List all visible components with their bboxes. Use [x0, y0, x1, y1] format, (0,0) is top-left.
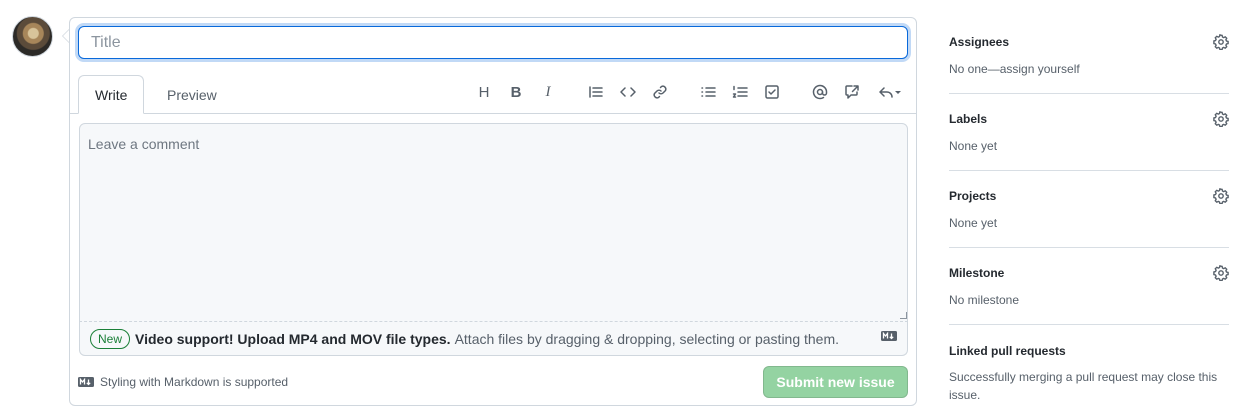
labels-title: Labels: [949, 112, 988, 126]
markdown-icon: [78, 377, 94, 387]
milestone-gear-icon[interactable]: [1213, 265, 1229, 282]
unordered-list-icon[interactable]: [697, 81, 719, 103]
new-issue-form: Write Preview H B I New Video support! U…: [69, 17, 917, 406]
tab-write[interactable]: Write: [78, 75, 145, 114]
linked-prs-description: Successfully merging a pull request may …: [949, 370, 1218, 402]
assign-yourself-link[interactable]: No one—assign yourself: [949, 60, 1219, 78]
milestone-title: Milestone: [949, 266, 1005, 280]
bold-icon[interactable]: B: [505, 81, 527, 103]
submit-issue-button[interactable]: Submit new issue: [763, 366, 908, 398]
linked-prs-title: Linked pull requests: [949, 344, 1066, 358]
labels-gear-icon[interactable]: [1213, 111, 1229, 128]
comment-textarea[interactable]: [79, 123, 908, 322]
italic-icon[interactable]: I: [537, 81, 559, 103]
task-list-icon[interactable]: [761, 81, 783, 103]
title-input[interactable]: [78, 26, 908, 59]
markdown-hint-text: Styling with Markdown is supported: [100, 375, 289, 389]
linked-prs-section: Linked pull requests Successfully mergin…: [949, 325, 1229, 413]
reference-icon[interactable]: [841, 81, 863, 103]
markdown-icon[interactable]: [881, 331, 897, 341]
ordered-list-icon[interactable]: [729, 81, 751, 103]
file-attach-bar[interactable]: New Video support! Upload MP4 and MOV fi…: [79, 322, 908, 356]
resize-handle[interactable]: [900, 312, 907, 319]
labels-value: None yet: [949, 139, 998, 153]
markdown-hint[interactable]: Styling with Markdown is supported: [78, 375, 288, 389]
projects-value: None yet: [949, 216, 998, 230]
heading-icon[interactable]: H: [473, 81, 495, 103]
upload-announcement: Video support! Upload MP4 and MOV file t…: [135, 330, 451, 347]
quote-icon[interactable]: [585, 81, 607, 103]
labels-section: Labels None yet: [949, 94, 1229, 171]
upload-instructions: Attach files by dragging & dropping, sel…: [454, 330, 840, 347]
mention-icon[interactable]: [809, 81, 831, 103]
milestone-section: Milestone No milestone: [949, 248, 1229, 325]
code-icon[interactable]: [617, 81, 639, 103]
milestone-value: No milestone: [949, 293, 1020, 307]
avatar[interactable]: [12, 16, 53, 57]
assignees-gear-icon[interactable]: [1213, 34, 1229, 51]
assignees-title: Assignees: [949, 35, 1010, 49]
projects-gear-icon[interactable]: [1213, 188, 1229, 205]
projects-title: Projects: [949, 189, 997, 203]
projects-section: Projects None yet: [949, 171, 1229, 248]
assignees-section: Assignees No one—assign yourself: [949, 17, 1229, 94]
reply-icon[interactable]: [875, 81, 905, 103]
link-icon[interactable]: [649, 81, 671, 103]
new-badge: New: [90, 328, 131, 349]
tab-preview[interactable]: Preview: [151, 75, 233, 114]
